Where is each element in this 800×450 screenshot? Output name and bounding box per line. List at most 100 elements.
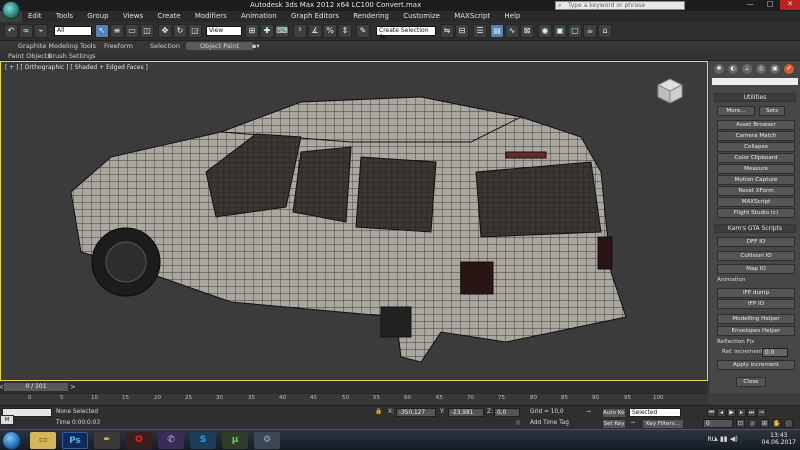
lock-icon[interactable]: 🔒 — [375, 409, 382, 415]
game-icon[interactable]: ✒ — [94, 432, 120, 449]
system-clock[interactable]: 13:43 04.06.2017 — [762, 432, 796, 446]
key-filters-button[interactable]: Key Filters... — [642, 419, 684, 429]
key-mode-icon[interactable]: ⊸ — [757, 408, 766, 417]
set-key-button[interactable]: Set Key — [602, 419, 626, 429]
zoom-extents-icon[interactable]: ⊞ — [760, 419, 769, 428]
render-setup-icon[interactable]: ▣ — [553, 24, 567, 38]
reset-xform-button[interactable]: Reset XForm — [717, 186, 795, 196]
auto-key-mode-dropdown[interactable]: Selected — [629, 408, 681, 417]
curve-editor-icon[interactable]: ∿ — [505, 24, 519, 38]
envelopes-helper-button[interactable]: Envelopes Helper — [717, 326, 795, 336]
scale-icon[interactable]: ◲ — [188, 24, 202, 38]
maximize-icon[interactable]: □ — [760, 0, 780, 10]
more-button[interactable]: More... — [717, 106, 755, 116]
play-icon[interactable]: ▶ — [727, 408, 736, 417]
time-slider[interactable]: 0 / 101 — [4, 383, 68, 391]
tab-selection[interactable]: Selection — [150, 42, 180, 50]
layer-manager-icon[interactable]: ☰ — [473, 24, 487, 38]
modify-tab-icon[interactable]: ◐ — [728, 64, 738, 74]
utilities-rollout-header[interactable]: Utilities — [714, 93, 796, 102]
y-coordinate-field[interactable]: -23,981 — [448, 408, 484, 417]
slider-right-arrow[interactable]: > — [70, 383, 76, 391]
menu-customize[interactable]: Customize — [397, 11, 446, 20]
menu-tools[interactable]: Tools — [50, 11, 79, 20]
tray-icons[interactable]: ▴ ▮▮ ◀) — [714, 435, 738, 443]
flight-studio-button[interactable]: Flight Studio (c) — [717, 208, 795, 218]
ref-coord-dropdown[interactable]: View — [206, 26, 242, 36]
render-production-icon[interactable]: ☕ — [583, 24, 597, 38]
panel-brush-settings[interactable]: Brush Settings — [48, 52, 95, 60]
percent-snap-icon[interactable]: % — [323, 24, 337, 38]
apply-increment-button[interactable]: Apply increment — [717, 360, 795, 370]
prev-frame-icon[interactable]: ◂ — [717, 408, 726, 417]
menu-views[interactable]: Views — [117, 11, 149, 20]
collapse-button[interactable]: Collapse — [717, 142, 795, 152]
align-icon[interactable]: ⊟ — [455, 24, 469, 38]
utilities-tab-icon[interactable]: ✔ — [784, 64, 794, 74]
dff-io-button[interactable]: DFF IO — [717, 237, 795, 247]
utorrent-icon[interactable]: µ — [222, 432, 248, 449]
select-object-icon[interactable]: ↖ — [95, 24, 109, 38]
selection-filter-dropdown[interactable]: All — [54, 26, 92, 36]
material-editor-icon[interactable]: ◉ — [538, 24, 552, 38]
opera-icon[interactable]: O — [126, 432, 152, 449]
ribbon-options-icon[interactable]: ▪▾ — [252, 42, 260, 50]
undo-icon[interactable]: ↶ — [4, 24, 18, 38]
mirror-icon[interactable]: ⇋ — [440, 24, 454, 38]
rendered-frame-icon[interactable]: ▢ — [568, 24, 582, 38]
goto-end-icon[interactable]: ⏭ — [747, 408, 756, 417]
skype-icon[interactable]: S — [190, 432, 216, 449]
collision-io-button[interactable]: Collision IO — [717, 251, 795, 261]
spinner-snap-icon[interactable]: ⇕ — [338, 24, 352, 38]
explorer-icon[interactable]: ▭ — [30, 432, 56, 449]
time-config-icon[interactable]: ⊡ — [736, 419, 745, 428]
ifp-io-button[interactable]: IFP IO — [717, 299, 795, 309]
maxscript-mini-listener[interactable]: M — [0, 415, 14, 425]
close-button[interactable]: Close — [736, 377, 766, 387]
link-icon[interactable]: ∞ — [19, 24, 33, 38]
menu-group[interactable]: Group — [81, 11, 114, 20]
menu-create[interactable]: Create — [151, 11, 186, 20]
tab-freeform[interactable]: Freeform — [104, 42, 133, 50]
rotate-icon[interactable]: ↻ — [173, 24, 187, 38]
tab-graphite-modeling-tools[interactable]: Graphite Modeling Tools — [18, 42, 96, 50]
move-icon[interactable]: ✥ — [158, 24, 172, 38]
menu-edit[interactable]: Edit — [22, 11, 48, 20]
x-coordinate-field[interactable]: -350,127 — [396, 408, 436, 417]
app-menu-button[interactable] — [2, 1, 20, 19]
snaps-icon[interactable]: ³ — [293, 24, 307, 38]
ifp-dump-button[interactable]: IFP dump — [717, 288, 795, 298]
rect-selection-icon[interactable]: ▭ — [125, 24, 139, 38]
render-iterative-icon[interactable]: ⌂ — [598, 24, 612, 38]
viber-icon[interactable]: ✆ — [158, 432, 184, 449]
pan-icon[interactable]: ✋ — [772, 419, 781, 428]
next-frame-icon[interactable]: ▸ — [737, 408, 746, 417]
minimize-icon[interactable]: — — [740, 0, 760, 10]
menu-modifiers[interactable]: Modifiers — [189, 11, 233, 20]
zoom-icon[interactable]: ⌕ — [748, 419, 757, 428]
camera-match-button[interactable]: Camera Match — [717, 131, 795, 141]
select-by-name-icon[interactable]: ≡ — [110, 24, 124, 38]
motion-tab-icon[interactable]: ◎ — [756, 64, 766, 74]
angle-snap-icon[interactable]: ∡ — [308, 24, 322, 38]
named-selection-dropdown[interactable]: Create Selection Se — [376, 26, 436, 41]
key-icon[interactable]: ⊸ — [586, 409, 591, 415]
3dsmax-taskbar-icon[interactable]: ⚙ — [254, 432, 280, 449]
track-bar[interactable]: 0 5 10 15 20 25 30 35 40 45 50 55 60 65 … — [0, 393, 708, 405]
gta-scripts-rollout-header[interactable]: Kam's GTA Scripts — [714, 224, 796, 233]
select-manipulate-icon[interactable]: ✚ — [260, 24, 274, 38]
sets-button[interactable]: Sets — [759, 106, 785, 116]
photoshop-icon[interactable]: Ps — [62, 432, 88, 449]
viewcube[interactable] — [655, 76, 685, 106]
edit-named-sets-icon[interactable]: ✎ — [356, 24, 370, 38]
close-icon[interactable]: ✕ — [780, 0, 800, 10]
graphite-toggle-icon[interactable]: ▤ — [490, 24, 504, 38]
menu-maxscript[interactable]: MAXScript — [448, 11, 496, 20]
auto-key-button[interactable]: Auto Key — [602, 408, 626, 418]
current-frame-field[interactable]: 0 — [703, 419, 733, 428]
menu-rendering[interactable]: Rendering — [347, 11, 395, 20]
goto-start-icon[interactable]: ⏮ — [707, 408, 716, 417]
map-io-button[interactable]: Map IO — [717, 264, 795, 274]
asset-browser-button[interactable]: Asset Browser — [717, 120, 795, 130]
slider-left-arrow[interactable]: < — [0, 383, 4, 391]
